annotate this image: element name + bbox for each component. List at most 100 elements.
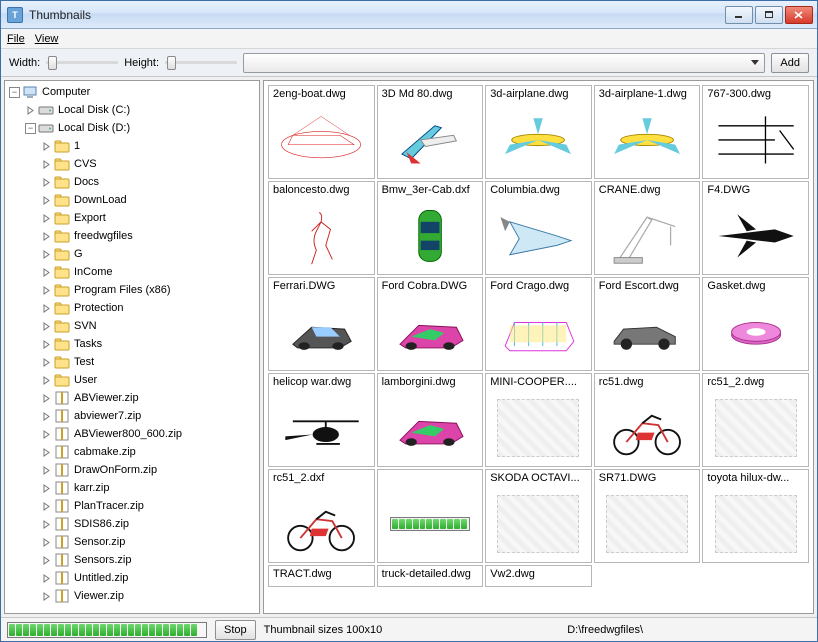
thumbnail-item[interactable]: Ferrari.DWG bbox=[268, 277, 375, 371]
thumbnail-item[interactable]: F4.DWG bbox=[702, 181, 809, 275]
thumbnail-item[interactable]: Ford Crago.dwg bbox=[485, 277, 592, 371]
expand-icon[interactable] bbox=[41, 447, 52, 458]
tree-item[interactable]: User bbox=[5, 371, 259, 389]
thumbnail-item[interactable]: 3d-airplane-1.dwg bbox=[594, 85, 701, 179]
thumbnail-item[interactable]: 2eng-boat.dwg bbox=[268, 85, 375, 179]
expand-icon[interactable] bbox=[41, 213, 52, 224]
path-combo[interactable] bbox=[243, 53, 765, 73]
thumbnail-item[interactable]: toyota hilux-dw... bbox=[702, 469, 809, 563]
tree-item[interactable]: Viewer.zip bbox=[5, 587, 259, 605]
tree-item[interactable]: InCome bbox=[5, 263, 259, 281]
thumbnail-item[interactable]: rc51_2.dwg bbox=[702, 373, 809, 467]
thumbnail-item[interactable]: truck-detailed.dwg bbox=[377, 565, 484, 587]
thumbnail-item[interactable]: SKODA OCTAVI... bbox=[485, 469, 592, 563]
thumbnail-item[interactable]: helicop war.dwg bbox=[268, 373, 375, 467]
expand-icon[interactable] bbox=[41, 501, 52, 512]
thumbnail-item[interactable]: rc51_2.dxf bbox=[268, 469, 375, 563]
expand-icon[interactable] bbox=[41, 375, 52, 386]
menu-file[interactable]: File bbox=[7, 33, 25, 45]
thumbnail-item[interactable]: TRACT.dwg bbox=[268, 565, 375, 587]
thumbnail-item[interactable]: Ford Escort.dwg bbox=[594, 277, 701, 371]
expand-icon[interactable] bbox=[41, 339, 52, 350]
close-button[interactable] bbox=[785, 6, 813, 24]
tree-item[interactable]: cabmake.zip bbox=[5, 443, 259, 461]
tree-drive[interactable]: Local Disk (C:) bbox=[5, 101, 259, 119]
add-button[interactable]: Add bbox=[771, 53, 809, 73]
thumbnail-item[interactable]: Gasket.dwg bbox=[702, 277, 809, 371]
expand-icon[interactable] bbox=[41, 285, 52, 296]
expand-icon[interactable] bbox=[41, 303, 52, 314]
tree-item[interactable]: Sensors.zip bbox=[5, 551, 259, 569]
thumbnail-item[interactable]: MINI-COOPER.... bbox=[485, 373, 592, 467]
expand-icon[interactable] bbox=[25, 105, 36, 116]
tree-item[interactable]: Protection bbox=[5, 299, 259, 317]
thumbnail-item[interactable]: Columbia.dwg bbox=[485, 181, 592, 275]
thumbnail-item[interactable]: Bmw_3er-Cab.dxf bbox=[377, 181, 484, 275]
expand-icon[interactable] bbox=[41, 483, 52, 494]
tree-item[interactable]: DownLoad bbox=[5, 191, 259, 209]
expand-icon[interactable] bbox=[41, 321, 52, 332]
expand-icon[interactable] bbox=[41, 519, 52, 530]
tree-drive[interactable]: −Local Disk (D:) bbox=[5, 119, 259, 137]
tree-item[interactable]: karr.zip bbox=[5, 479, 259, 497]
minimize-button[interactable] bbox=[725, 6, 753, 24]
thumbnail-item[interactable]: Vw2.dwg bbox=[485, 565, 592, 587]
expand-icon[interactable] bbox=[41, 411, 52, 422]
collapse-icon[interactable]: − bbox=[9, 87, 20, 98]
thumbnail-item[interactable]: 3d-airplane.dwg bbox=[485, 85, 592, 179]
expand-icon[interactable] bbox=[41, 177, 52, 188]
thumbnail-item[interactable]: CRANE.dwg bbox=[594, 181, 701, 275]
thumbnail-grid[interactable]: 2eng-boat.dwg 3D Md 80.dwg 3d-airplane.d… bbox=[263, 80, 814, 614]
expand-icon[interactable] bbox=[41, 195, 52, 206]
thumbnail-item[interactable]: SR71.DWG bbox=[594, 469, 701, 563]
tree-item[interactable]: Program Files (x86) bbox=[5, 281, 259, 299]
tree-item[interactable]: DrawOnForm.zip bbox=[5, 461, 259, 479]
tree-item[interactable]: abviewer7.zip bbox=[5, 407, 259, 425]
tree-item[interactable]: Export bbox=[5, 209, 259, 227]
expand-icon[interactable] bbox=[41, 159, 52, 170]
tree-label: Tasks bbox=[74, 338, 102, 350]
expand-icon[interactable] bbox=[41, 465, 52, 476]
thumbnail-item[interactable]: rc51.dwg bbox=[594, 373, 701, 467]
stop-button[interactable]: Stop bbox=[215, 620, 256, 640]
zip-icon bbox=[54, 390, 70, 406]
thumbnail-item[interactable]: 767-300.dwg bbox=[702, 85, 809, 179]
tree-item[interactable]: Untitled.zip bbox=[5, 569, 259, 587]
thumbnail-item[interactable]: lamborgini.dwg bbox=[377, 373, 484, 467]
expand-icon[interactable] bbox=[41, 573, 52, 584]
maximize-button[interactable] bbox=[755, 6, 783, 24]
tree-item[interactable]: G bbox=[5, 245, 259, 263]
menu-view[interactable]: View bbox=[35, 33, 59, 45]
expand-icon[interactable] bbox=[41, 141, 52, 152]
tree-item[interactable]: PlanTracer.zip bbox=[5, 497, 259, 515]
tree-item[interactable]: Test bbox=[5, 353, 259, 371]
height-slider[interactable] bbox=[165, 55, 237, 71]
tree-item[interactable]: Docs bbox=[5, 173, 259, 191]
collapse-icon[interactable]: − bbox=[25, 123, 36, 134]
thumbnail-item[interactable] bbox=[377, 469, 484, 563]
tree-item[interactable]: Tasks bbox=[5, 335, 259, 353]
folder-tree[interactable]: −ComputerLocal Disk (C:)−Local Disk (D:)… bbox=[4, 80, 260, 614]
thumbnail-item[interactable]: 3D Md 80.dwg bbox=[377, 85, 484, 179]
expand-icon[interactable] bbox=[41, 429, 52, 440]
expand-icon[interactable] bbox=[41, 393, 52, 404]
tree-item[interactable]: ABViewer800_600.zip bbox=[5, 425, 259, 443]
tree-item[interactable]: CVS bbox=[5, 155, 259, 173]
expand-icon[interactable] bbox=[41, 537, 52, 548]
expand-icon[interactable] bbox=[41, 249, 52, 260]
tree-item[interactable]: Sensor.zip bbox=[5, 533, 259, 551]
tree-root[interactable]: −Computer bbox=[5, 83, 259, 101]
tree-item[interactable]: 1 bbox=[5, 137, 259, 155]
expand-icon[interactable] bbox=[41, 555, 52, 566]
tree-item[interactable]: SVN bbox=[5, 317, 259, 335]
tree-item[interactable]: freedwgfiles bbox=[5, 227, 259, 245]
thumbnail-item[interactable]: baloncesto.dwg bbox=[268, 181, 375, 275]
expand-icon[interactable] bbox=[41, 267, 52, 278]
thumbnail-item[interactable]: Ford Cobra.DWG bbox=[377, 277, 484, 371]
width-slider[interactable] bbox=[46, 55, 118, 71]
expand-icon[interactable] bbox=[41, 591, 52, 602]
tree-item[interactable]: SDIS86.zip bbox=[5, 515, 259, 533]
expand-icon[interactable] bbox=[41, 231, 52, 242]
expand-icon[interactable] bbox=[41, 357, 52, 368]
tree-item[interactable]: ABViewer.zip bbox=[5, 389, 259, 407]
